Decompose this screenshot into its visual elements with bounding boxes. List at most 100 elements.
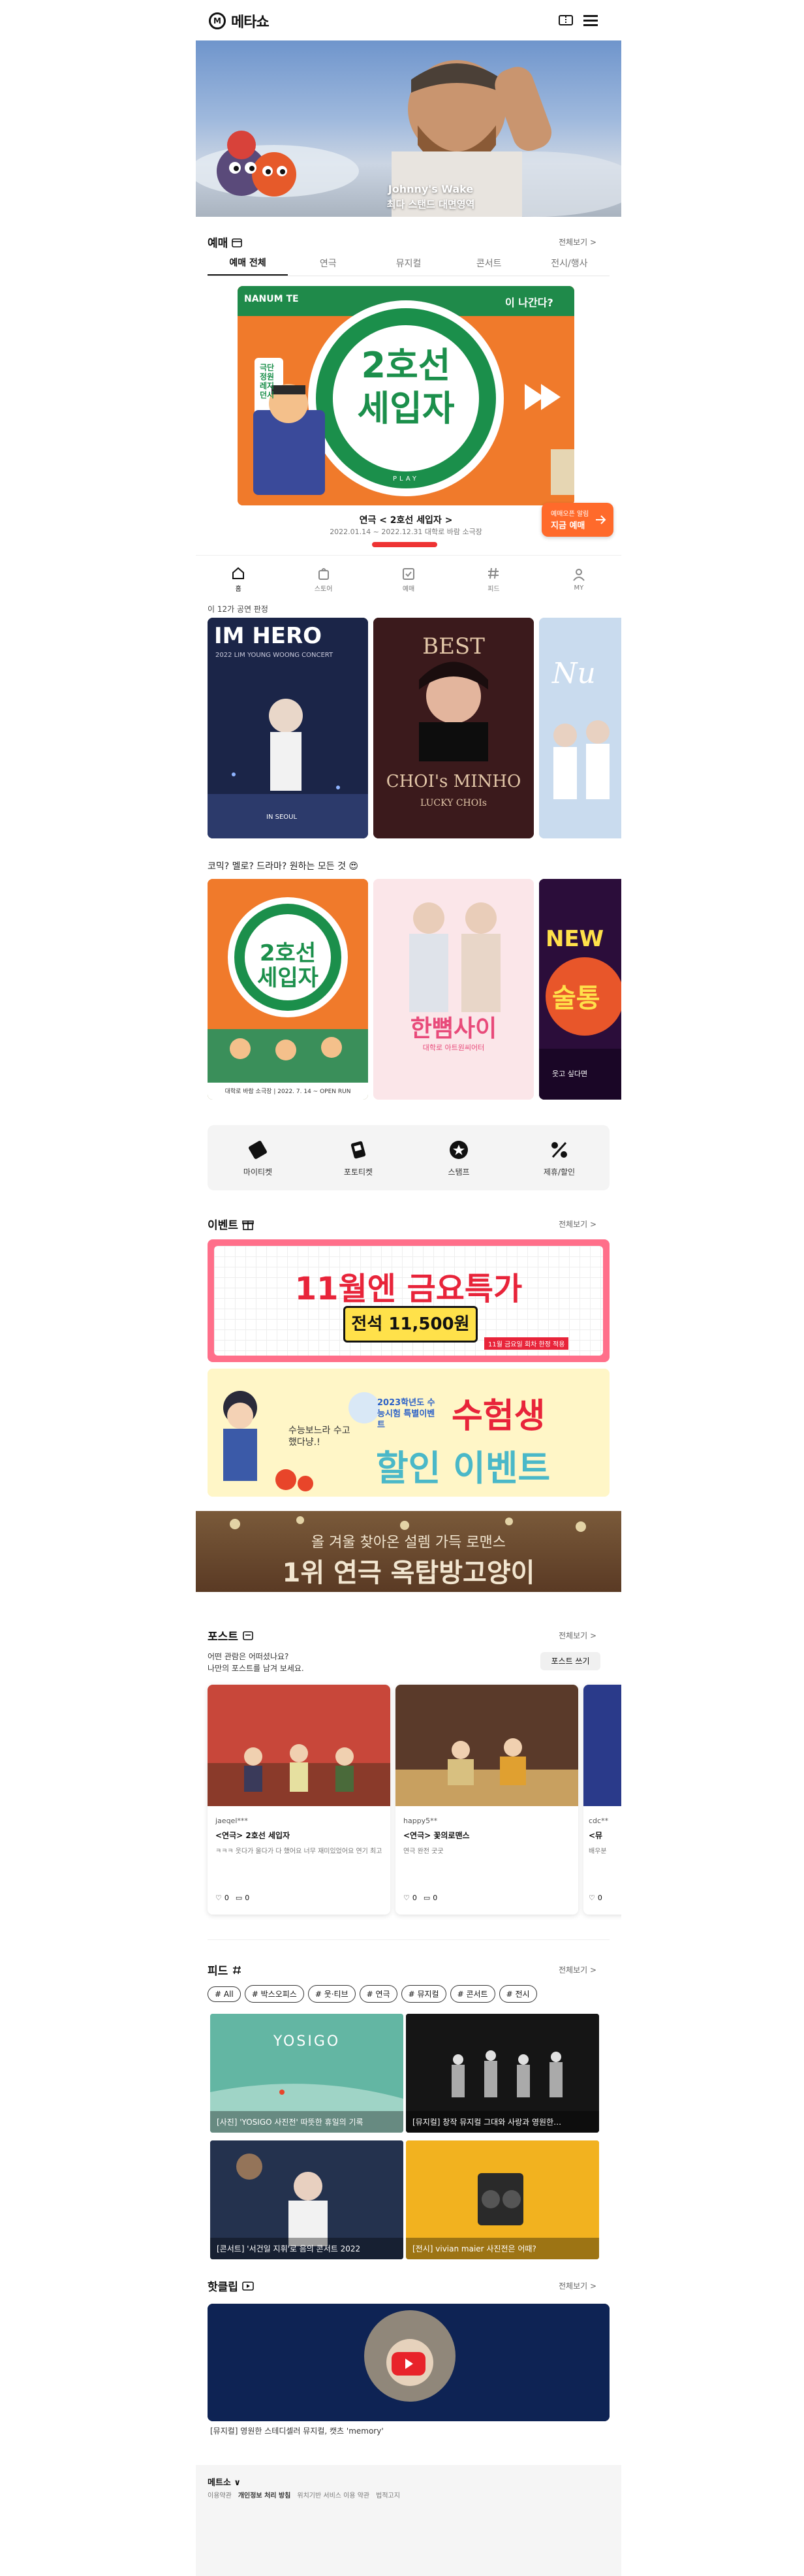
tab-all[interactable]: 예매 전체: [208, 256, 288, 276]
clip-header: 핫클립: [208, 2278, 254, 2294]
quick-menu-label-3: 제휴/할인: [543, 1167, 576, 1177]
chip-tv[interactable]: # 웃·티브: [307, 1985, 356, 2003]
nav-feed[interactable]: 피드: [451, 566, 536, 593]
event-banner-friday[interactable]: 11월엔 금요특가 전석 11,500원 11월 금요일 회차 한정 적용: [208, 1239, 610, 1362]
event-banner-romance[interactable]: 올 겨울 찾아온 설렘 가득 로맨스 1위 연극 옥탑방고양이: [196, 1511, 621, 1592]
event-student-title2: 할인 이벤트: [376, 1448, 551, 1489]
heart-icon[interactable]: ♡: [215, 1894, 222, 1902]
tab-exhibition[interactable]: 전시/행사: [529, 257, 610, 275]
concert-poster-1-title: IM HERO: [214, 623, 322, 649]
footer-link-legal[interactable]: 법적고지: [376, 2490, 400, 2500]
concert-poster-1[interactable]: IM HERO 2022 LIM YOUNG WOONG CONCERT IN …: [208, 618, 368, 838]
clip-caption: [뮤지컬] 영원한 스테디셀러 뮤지컬, 캣츠 'memory': [210, 2426, 384, 2436]
nav-my-label: MY: [574, 584, 584, 592]
booking-title: 예매: [208, 237, 228, 250]
quick-menu-photo-ticket[interactable]: 포토티켓: [308, 1139, 409, 1177]
chip-play[interactable]: # 연극: [359, 1985, 397, 2003]
hero-banner[interactable]: Johnny's Wake 최다 스탠드 대면영역: [196, 40, 621, 217]
post-card-2-stats: ♡ 0 ▭ 0: [403, 1894, 437, 1902]
feed-card-1[interactable]: YOSIGO [사진] 'YOSIGO 사진전' 따뜻한 휴일의 기록: [210, 2014, 403, 2133]
nav-booking[interactable]: 예매: [366, 566, 451, 593]
post-card-1[interactable]: jaeqel*** <연극> 2호선 세입자 ㅋㅋㅋ 웃다가 울다가 다 했어요…: [208, 1685, 390, 1915]
quick-menu-stamp[interactable]: 스탬프: [409, 1139, 509, 1177]
footer-company[interactable]: 메트소 ∨: [208, 2475, 241, 2488]
post-header: 포스트: [208, 1627, 254, 1644]
banner-play-label: PLAY: [392, 475, 419, 483]
event-friday-price: 전석 11,500원: [343, 1306, 478, 1343]
banner-big1: 2호선: [361, 345, 451, 386]
post-more-link[interactable]: 전체보기 >: [559, 1630, 596, 1641]
logo[interactable]: M 메타쇼: [209, 12, 270, 31]
event-banner-student[interactable]: 수능보느라 수고했다냥.! 2023학년도 수능시험 특별이벤트 수험생 할인 …: [208, 1369, 610, 1497]
quick-menu-my-ticket[interactable]: 마이티켓: [208, 1139, 308, 1177]
comment-icon[interactable]: ▭: [236, 1894, 242, 1902]
gift-icon: [242, 1220, 254, 1230]
post-card-3-body: 배우분: [589, 1848, 607, 1855]
footer-link-location[interactable]: 위치기반 서비스 이용 약관: [297, 2490, 369, 2500]
ticket-icon-button[interactable]: [559, 14, 573, 29]
feed-card-2[interactable]: [뮤지컬] 창작 뮤지컬 그대와 사랑과 영원한…: [406, 2014, 599, 2133]
events-title: 이벤트: [208, 1219, 238, 1232]
genre-poster-3-title1: NEW: [546, 926, 604, 952]
concert-poster-3[interactable]: Nu: [539, 618, 621, 838]
chip-all[interactable]: # All: [208, 1986, 241, 2002]
quick-booking-button[interactable]: 예매오픈 알림 지금 예매: [542, 503, 613, 537]
feed-more-link[interactable]: 전체보기 >: [559, 1964, 596, 1975]
feed-card-1-caption: [사진] 'YOSIGO 사진전' 따뜻한 휴일의 기록: [210, 2111, 403, 2133]
feed-card-1-overlay: YOSIGO: [273, 2033, 341, 2050]
genre-poster-3[interactable]: NEW 술통 웃고 싶다면: [539, 879, 621, 1100]
chip-boxoffice[interactable]: # 박스오피스: [244, 1985, 304, 2003]
booking-tabs: 예매 전체 연극 뮤지컬 콘서트 전시/행사: [208, 256, 610, 276]
genre-poster-2[interactable]: 한뼘사이 대학로 아트원씨어터: [373, 879, 534, 1100]
event-student-title: 수험생: [452, 1397, 546, 1436]
banner-caption-title: 연극 < 2호선 세입자 >: [359, 515, 453, 526]
post-card-2[interactable]: happy5** <연극> 꽃의로맨스 연극 완전 굿굿 ♡ 0 ▭ 0: [395, 1685, 578, 1915]
tab-musical[interactable]: 뮤지컬: [368, 257, 448, 275]
nav-my[interactable]: MY: [536, 567, 621, 592]
quick-menu-discount[interactable]: 제휴/할인: [509, 1139, 610, 1177]
booking-banner[interactable]: NANUM TE 이 나간다? 극단 정원 레지던시 2호선 세입자 PLAY: [238, 286, 574, 505]
tab-concert[interactable]: 콘서트: [449, 257, 529, 275]
divider: [208, 1939, 610, 1940]
event-friday-title: 11월엔 금요특가: [294, 1271, 523, 1307]
home-icon: [232, 567, 245, 579]
footer-link-privacy[interactable]: 개인정보 처리 방침: [238, 2490, 291, 2500]
heart-icon[interactable]: ♡: [403, 1894, 410, 1902]
comment-icon[interactable]: ▭: [424, 1894, 430, 1902]
nav-home[interactable]: 홈: [196, 566, 281, 593]
post-card-1-stats: ♡ 0 ▭ 0: [215, 1894, 249, 1902]
event-romance-line1: 올 겨울 찾아온 설렘 가득 로맨스: [311, 1534, 506, 1551]
top-bar: M 메타쇼: [196, 0, 621, 40]
genre-poster-1-sub: 대학로 바람 소극장 | 2022. 7. 14 ~ OPEN RUN: [224, 1089, 351, 1095]
menu-button[interactable]: [583, 14, 598, 29]
nav-store[interactable]: 스토어: [281, 566, 365, 593]
feed-chips: # All # 박스오피스 # 웃·티브 # 연극 # 뮤지컬 # 콘서트 # …: [208, 1985, 541, 2003]
banner-side-text: 이 나간다?: [505, 296, 553, 309]
banner-top-text: NANUM TE: [244, 294, 299, 304]
concert-poster-3-title: Nu: [552, 657, 596, 690]
chip-exhibition[interactable]: # 전시: [499, 1985, 537, 2003]
concert-poster-2[interactable]: BEST CHOI's MINHO LUCKY CHOIs: [373, 618, 534, 838]
post-card-3[interactable]: cdc** <뮤 배우분 ♡ 0: [583, 1685, 621, 1915]
feed-card-3[interactable]: [콘서트] '서건일 지휘'로 음의 콘서트 2022: [210, 2140, 403, 2259]
genre-heading: 코믹? 멜로? 드라마? 원하는 모든 것 😍: [208, 861, 359, 872]
events-more-link[interactable]: 전체보기 >: [559, 1218, 596, 1230]
banner-side-label: 극단 정원 레지던시: [260, 363, 275, 400]
heart-icon[interactable]: ♡: [589, 1894, 595, 1902]
play-button[interactable]: [392, 2352, 425, 2376]
chip-musical[interactable]: # 뮤지컬: [401, 1985, 446, 2003]
post-write-button[interactable]: 포스트 쓰기: [540, 1652, 600, 1670]
footer-link-terms[interactable]: 이용약관: [208, 2490, 232, 2500]
clip-more-link[interactable]: 전체보기 >: [559, 2280, 596, 2291]
booking-more-link[interactable]: 전체보기 >: [559, 236, 596, 247]
genre-poster-1[interactable]: 2호선 세입자 대학로 바람 소극장 | 2022. 7. 14 ~ OPEN …: [208, 879, 368, 1100]
post-card-2-comments: 0: [433, 1894, 438, 1902]
feed-card-4[interactable]: [전시] vivian maier 사진전은 어때?: [406, 2140, 599, 2259]
post-icon: [243, 1630, 253, 1640]
event-friday-note: 11월 금요일 회차 한정 적용: [484, 1337, 569, 1350]
concert-poster-1-art: [208, 618, 368, 838]
tab-play[interactable]: 연극: [288, 257, 368, 275]
concert-poster-2-bottom: LUCKY CHOIs: [420, 798, 487, 808]
chip-concert[interactable]: # 콘서트: [450, 1985, 495, 2003]
clip-video[interactable]: [208, 2304, 610, 2421]
